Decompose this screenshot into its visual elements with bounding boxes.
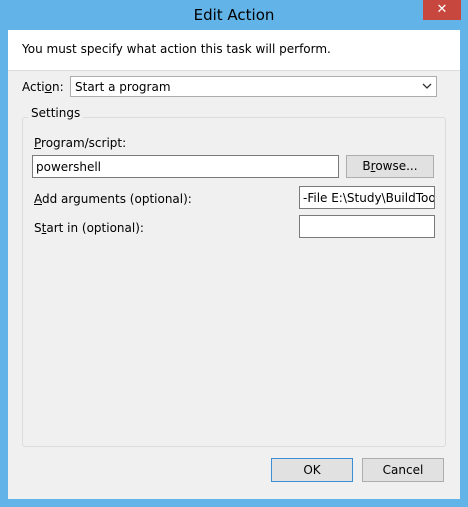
start-in-input[interactable] [299,215,435,238]
edit-action-dialog: Edit Action ✕ You must specify what acti… [0,0,468,507]
ok-button[interactable]: OK [271,458,353,482]
add-arguments-input[interactable]: -File E:\Study\BuildTools\ [299,186,435,209]
cancel-button[interactable]: Cancel [362,458,444,482]
program-script-value: powershell [36,160,101,174]
add-arguments-value: -File E:\Study\BuildTools\ [303,191,435,205]
settings-legend: Settings [28,106,84,120]
chevron-down-icon [422,83,432,89]
close-icon: ✕ [436,2,448,17]
add-arguments-label: Add arguments (optional): [34,192,192,206]
action-label: Action: [22,80,64,94]
program-script-input[interactable]: powershell [32,155,339,178]
close-button[interactable]: ✕ [423,0,461,20]
start-in-label: Start in (optional): [34,221,144,235]
dialog-client-area: You must specify what action this task w… [8,30,460,499]
action-dropdown-value: Start a program [75,80,171,94]
action-dropdown[interactable]: Start a program [70,76,437,97]
program-script-label: Program/script: [34,136,127,150]
browse-button[interactable]: Browse... [346,155,434,178]
instruction-text: You must specify what action this task w… [22,42,331,56]
instruction-panel: You must specify what action this task w… [8,30,460,71]
dialog-title: Edit Action [193,6,275,24]
title-bar[interactable]: Edit Action ✕ [0,0,468,30]
